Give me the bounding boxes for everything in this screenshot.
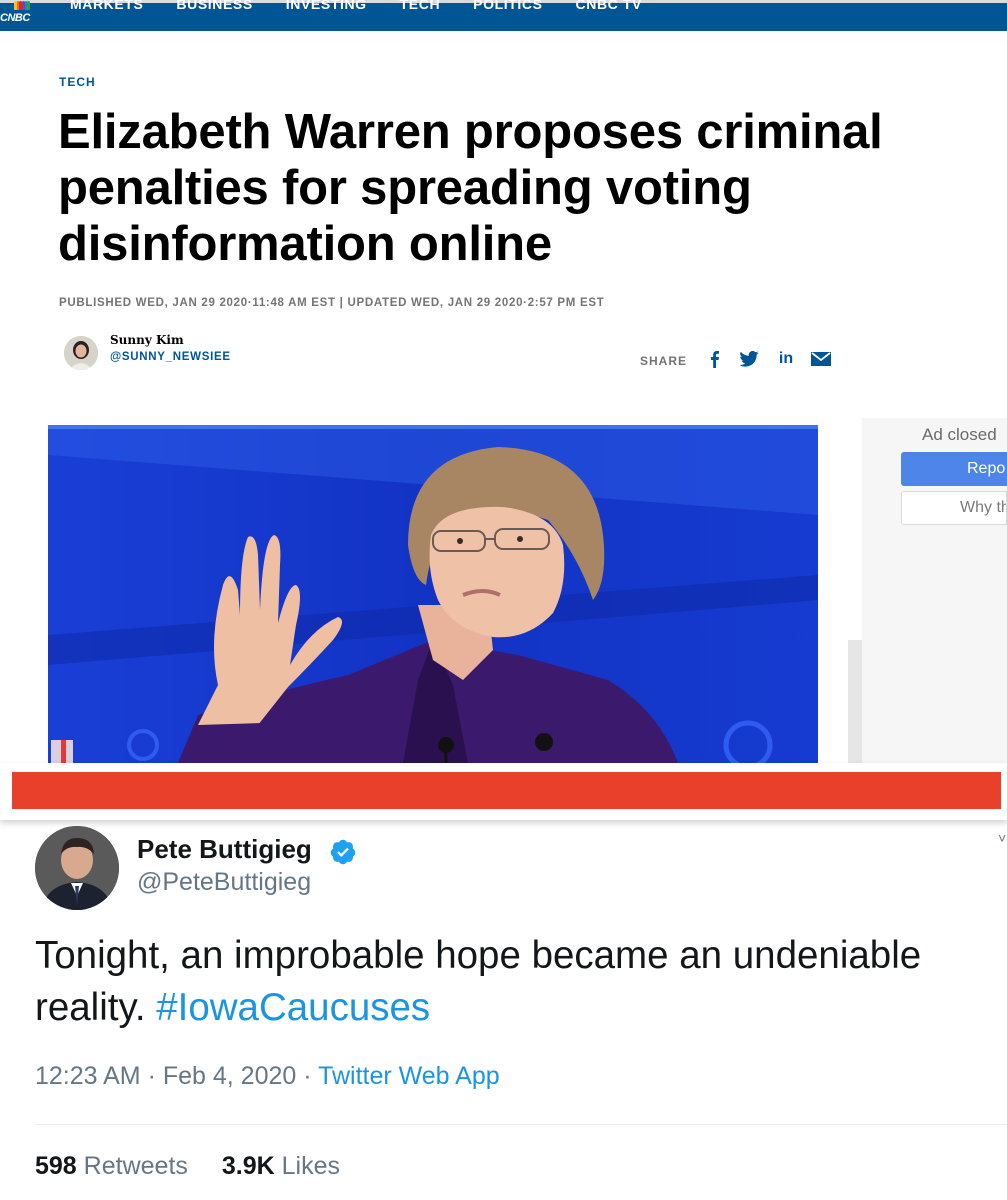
nav-item-cnbc-tv[interactable]: CNBC TV	[576, 0, 642, 12]
tweet-time[interactable]: 12:23 AM	[35, 1062, 141, 1090]
tweet-divider	[35, 1124, 1007, 1125]
logo-text: CNBC	[0, 12, 30, 24]
nav-item-markets[interactable]: MARKETS	[70, 0, 143, 12]
author-handle[interactable]: @SUNNY_NEWSIEE	[110, 351, 231, 363]
chevron-down-icon[interactable]: ˅	[998, 830, 1007, 846]
tweet-date[interactable]: Feb 4, 2020	[163, 1062, 296, 1090]
twitter-icon[interactable]	[738, 348, 760, 370]
tweet-hashtag-link[interactable]: #IowaCaucuses	[156, 986, 430, 1029]
peacock-icon	[14, 1, 31, 10]
facebook-icon[interactable]	[703, 348, 725, 370]
nav-item-tech[interactable]: TECH	[400, 0, 441, 12]
article-dateline: PUBLISHED WED, JAN 29 2020·11:48 AM EST …	[59, 297, 605, 309]
red-divider-bar	[12, 772, 1001, 809]
linkedin-icon[interactable]: in	[775, 348, 797, 370]
ad-closed-text: Ad closed	[922, 425, 997, 444]
cnbc-logo[interactable]: CNBC	[0, 1, 46, 31]
likes-count: 3.9K	[221, 1152, 275, 1180]
tweet-author-handle[interactable]: @PeteButtigieg	[137, 868, 311, 897]
ad-report-button[interactable]: Repo	[901, 452, 1007, 486]
author-avatar[interactable]	[64, 336, 98, 370]
ad-why-button[interactable]: Why th	[901, 491, 1007, 525]
tweet-stats: 598 Retweets 3.9K Likes	[35, 1152, 340, 1181]
ad-strip	[848, 640, 862, 764]
nav-item-business[interactable]: BUSINESS	[176, 0, 252, 12]
author-name[interactable]: Sunny Kim	[110, 333, 184, 347]
retweets-label: Retweets	[83, 1152, 188, 1180]
email-icon[interactable]	[810, 348, 832, 370]
tweet-metadata: 12:23 AM · Feb 4, 2020 · Twitter Web App	[35, 1062, 500, 1090]
article-kicker[interactable]: TECH	[59, 75, 96, 89]
nav-menu: MARKETS BUSINESS INVESTING TECH POLITICS…	[70, 0, 675, 12]
retweets-stat[interactable]: 598 Retweets	[35, 1152, 188, 1180]
article-headline: Elizabeth Warren proposes criminal penal…	[58, 105, 883, 271]
nav-item-investing[interactable]: INVESTING	[286, 0, 367, 12]
tweet-avatar[interactable]	[35, 826, 119, 910]
likes-stat[interactable]: 3.9K Likes	[222, 1152, 340, 1180]
article-hero-image	[48, 425, 818, 763]
site-nav-bar: CNBC MARKETS BUSINESS INVESTING TECH POL…	[0, 0, 1007, 31]
tweet-source-app[interactable]: Twitter Web App	[318, 1062, 500, 1090]
retweets-count: 598	[35, 1152, 77, 1180]
nav-item-politics[interactable]: POLITICS	[473, 0, 542, 12]
share-label: SHARE	[640, 354, 688, 368]
likes-label: Likes	[281, 1152, 341, 1180]
tweet-text: Tonight, an improbable hope became an un…	[35, 930, 995, 1034]
tweet-author-name[interactable]: Pete Buttigieg	[137, 834, 312, 865]
verified-badge-icon	[329, 838, 357, 866]
